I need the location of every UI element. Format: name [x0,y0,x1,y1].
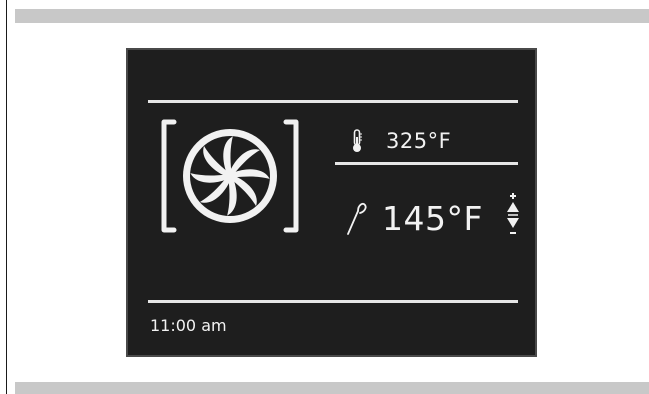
probe-temperature-value: 145°F [382,198,483,238]
probe-temperature-row[interactable]: 145°F [346,196,483,240]
display-divider-bottom [148,300,518,303]
page-header-bar [15,9,649,23]
clock-display[interactable]: 11:00 am [150,316,227,335]
page-footer-bar [15,382,649,394]
thermometer-icon [350,129,364,153]
up-down-arrows-icon[interactable] [506,192,520,236]
oven-temperature-row[interactable]: 325°F [350,126,451,156]
meat-probe-icon [346,201,368,235]
convection-fan-icon[interactable] [160,118,300,236]
display-divider-top [148,100,518,103]
oven-temperature-value: 325°F [386,129,452,153]
display-divider-middle [335,162,518,165]
page-margin-rule [6,0,7,394]
manual-page: 325°F 145°F 11:00 am [0,0,649,394]
oven-display-screen: 325°F 145°F 11:00 am [126,48,537,357]
